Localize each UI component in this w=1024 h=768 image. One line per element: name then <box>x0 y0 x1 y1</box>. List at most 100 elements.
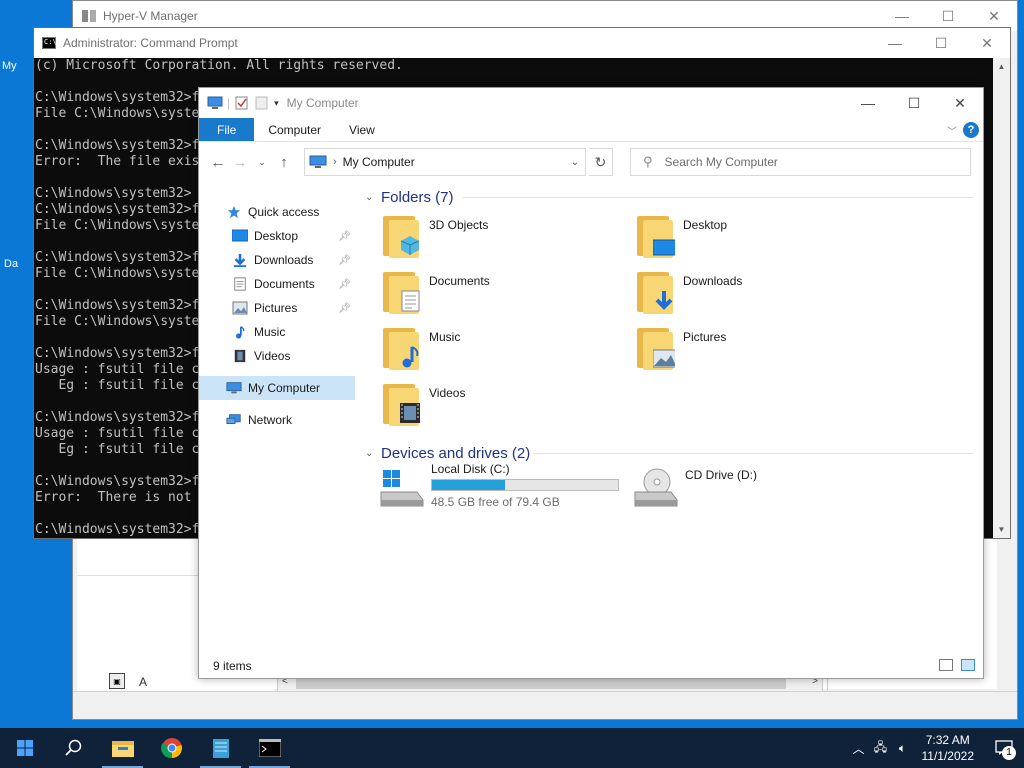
folder-documents[interactable]: Documents <box>381 268 631 318</box>
details-view-icon[interactable] <box>939 659 953 671</box>
network-icon <box>226 414 241 424</box>
minimize-button[interactable]: — <box>845 88 891 118</box>
tab-computer[interactable]: Computer <box>254 118 335 141</box>
help-icon[interactable]: ? <box>963 122 979 138</box>
close-button[interactable]: ✕ <box>937 88 983 118</box>
nav-label: Pictures <box>254 301 298 315</box>
network-status-icon[interactable]: 🖧︎ <box>870 738 892 759</box>
nav-label: My Computer <box>248 381 321 395</box>
drive-d[interactable]: CD Drive (D:) <box>631 462 881 512</box>
large-icons-view-icon[interactable] <box>961 659 975 671</box>
pin-icon[interactable]: 📌︎ <box>338 279 351 290</box>
folder-pictures[interactable]: Pictures <box>635 324 885 374</box>
taskbar-command-prompt[interactable] <box>245 728 294 768</box>
nav-desktop[interactable]: Desktop 📌︎ <box>199 224 355 248</box>
clock-time: 7:32 AM <box>925 733 970 747</box>
nav-network[interactable]: Network <box>199 408 355 432</box>
ribbon-tabs: File Computer View ﹀ ? <box>199 118 983 142</box>
folder-label: Pictures <box>683 330 727 344</box>
action-center-button[interactable]: 1 <box>984 728 1024 768</box>
address-dropdown-icon[interactable]: ⌄ <box>565 157 585 168</box>
divider <box>533 453 973 454</box>
back-arrow-icon[interactable]: ← <box>207 154 229 171</box>
recent-locations-chevron-icon[interactable]: ⌄ <box>251 157 273 168</box>
console-line: (c) Microsoft Corporation. All rights re… <box>35 58 403 73</box>
cmd-titlebar[interactable]: C:\ Administrator: Command Prompt <box>34 28 1010 58</box>
minimize-button[interactable]: — <box>872 28 918 58</box>
new-folder-icon[interactable] <box>254 96 270 110</box>
pin-icon[interactable]: 📌︎ <box>338 231 351 242</box>
nav-label: Music <box>254 325 286 339</box>
folder-documents-icon <box>381 268 427 316</box>
up-arrow-icon[interactable]: ↑ <box>273 154 295 171</box>
star-icon <box>227 205 241 219</box>
forward-arrow-icon[interactable]: → <box>229 154 251 171</box>
nav-my-computer[interactable]: My Computer <box>199 376 355 400</box>
taskbar-chrome[interactable] <box>147 728 196 768</box>
tab-view[interactable]: View <box>335 118 389 141</box>
file-explorer-window[interactable]: | ▾ My Computer — ☐ ✕ File Computer View… <box>198 87 984 679</box>
navigation-bar: ← → ⌄ ↑ › My Computer ⌄ ↻ ⚲ Search My Co… <box>199 142 983 182</box>
scroll-down-icon[interactable]: ▼ <box>993 521 1010 538</box>
devices-header-label: Devices and drives (2) <box>381 444 531 462</box>
scroll-thumb[interactable] <box>296 679 786 689</box>
nav-label: Desktop <box>254 229 299 243</box>
search-icon <box>64 739 81 756</box>
devices-group-header[interactable]: ⌄ Devices and drives (2) <box>363 442 977 464</box>
explorer-titlebar[interactable]: | ▾ My Computer — ☐ ✕ <box>199 88 983 118</box>
chevron-down-icon[interactable]: ⌄ <box>365 192 381 203</box>
chevron-down-icon[interactable]: ⌄ <box>365 448 381 459</box>
folder-3d-objects[interactable]: 3D Objects <box>381 212 631 262</box>
taskbar-hyperv-manager[interactable] <box>196 728 245 768</box>
refresh-icon[interactable]: ↻ <box>589 148 613 176</box>
tab-file[interactable]: File <box>199 118 255 141</box>
close-button[interactable]: ✕ <box>964 28 1010 58</box>
drive-c-label: Local Disk (C:) <box>431 462 510 476</box>
breadcrumb-chevron-icon[interactable]: › <box>333 156 337 168</box>
view-switcher <box>939 659 975 671</box>
search-button[interactable] <box>49 728 98 768</box>
nav-pictures[interactable]: Pictures 📌︎ <box>199 296 355 320</box>
nav-label: Quick access <box>248 205 320 219</box>
folder-videos-icon <box>381 380 427 428</box>
properties-icon[interactable] <box>234 96 250 110</box>
scroll-up-icon[interactable]: ▲ <box>993 58 1010 75</box>
expand-ribbon-icon[interactable]: ﹀ <box>947 123 957 138</box>
drive-c-free-space: 48.5 GB free of 79.4 GB <box>431 495 560 509</box>
pin-icon[interactable]: 📌︎ <box>338 303 351 314</box>
folder-label: Desktop <box>683 218 728 232</box>
start-button[interactable] <box>0 728 49 768</box>
taskbar-file-explorer[interactable] <box>98 728 147 768</box>
nav-music[interactable]: Music <box>199 320 355 344</box>
search-input[interactable]: ⚲ Search My Computer <box>630 148 971 176</box>
folder-downloads-icon <box>635 268 681 316</box>
folder-videos[interactable]: Videos <box>381 380 631 430</box>
desktop-icon-label-1[interactable]: My <box>2 60 17 72</box>
folder-desktop[interactable]: Desktop <box>635 212 885 262</box>
maximize-button[interactable]: ☐ <box>918 28 964 58</box>
folder-icon <box>111 741 134 757</box>
desktop-icon-label-2[interactable]: Da <box>4 258 18 270</box>
nav-downloads[interactable]: Downloads 📌︎ <box>199 248 355 272</box>
explorer-title: My Computer <box>286 96 359 110</box>
folder-music[interactable]: Music <box>381 324 631 374</box>
drive-c[interactable]: Local Disk (C:) 48.5 GB free of 79.4 GB <box>377 462 637 518</box>
maximize-button[interactable]: ☐ <box>891 88 937 118</box>
address-bar[interactable]: › My Computer ⌄ <box>304 148 586 176</box>
volume-icon[interactable]: 🔈︎ <box>892 741 914 756</box>
cmd-vertical-scrollbar[interactable]: ▲ ▼ <box>993 58 1010 538</box>
cmd-window-controls: — ☐ ✕ <box>872 28 1010 58</box>
hyperv-statusbar <box>73 691 1017 719</box>
system-tray: ︿ 🖧︎ 🔈︎ 7:32 AM 11/1/2022 1 <box>848 728 1024 768</box>
pin-icon[interactable]: 📌︎ <box>338 255 351 266</box>
nav-videos[interactable]: Videos <box>199 344 355 368</box>
folders-group-header[interactable]: ⌄ Folders (7) <box>363 186 977 208</box>
folder-3d-objects-icon <box>381 212 427 260</box>
qat-dropdown-icon[interactable]: ▾ <box>274 98 279 109</box>
folder-downloads[interactable]: Downloads <box>635 268 885 318</box>
clock[interactable]: 7:32 AM 11/1/2022 <box>922 732 975 764</box>
show-hidden-icons-chevron-icon[interactable]: ︿ <box>848 740 870 757</box>
folder-label: Videos <box>429 386 466 400</box>
nav-documents[interactable]: Documents 📌︎ <box>199 272 355 296</box>
nav-quick-access[interactable]: Quick access <box>199 200 355 224</box>
